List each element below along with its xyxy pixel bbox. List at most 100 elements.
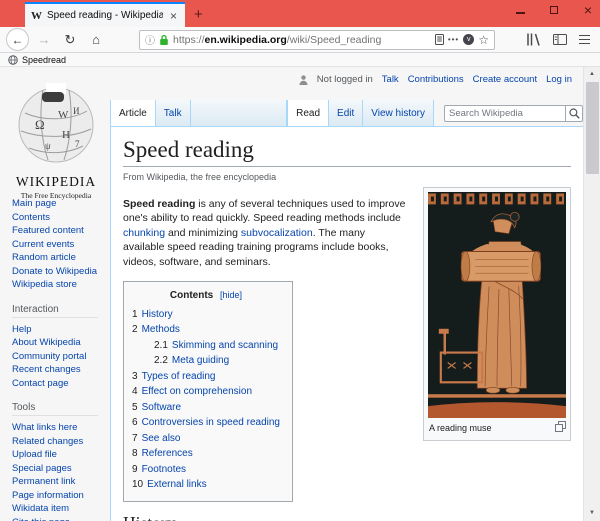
menu-hamburger-icon[interactable] [579, 34, 590, 45]
sidebar-link[interactable]: What links here [12, 422, 77, 433]
scroll-up-icon[interactable]: ▲ [584, 67, 600, 82]
toc-link[interactable]: See also [142, 433, 181, 444]
site-subtitle: From Wikipedia, the free encyclopedia [123, 172, 277, 182]
wikipedia-logo[interactable]: Ω W И H 7 ψ WIKIPEDIA The Free Encyclope… [6, 83, 106, 200]
search-input[interactable] [444, 105, 566, 122]
sidebar-link[interactable]: Donate to Wikipedia [12, 266, 97, 277]
svg-text:H: H [62, 129, 70, 141]
toc-link[interactable]: History [142, 309, 173, 320]
sidebar-link[interactable]: Cite this page [12, 517, 70, 521]
sidebar-link[interactable]: Special pages [12, 463, 72, 474]
tab-article[interactable]: Article [110, 100, 156, 126]
tab-read[interactable]: Read [287, 100, 330, 126]
scrollbar-thumb[interactable] [586, 82, 599, 174]
toc-item: 4 Effect on comprehension [132, 384, 280, 400]
sidebar-link[interactable]: Wikipedia store [12, 279, 77, 290]
site-info-icon[interactable]: ⓘ [145, 32, 155, 47]
toc-link[interactable]: Types of reading [142, 371, 216, 382]
sidebar-item: Random article [12, 251, 110, 265]
sidebar-link[interactable]: Current events [12, 239, 74, 250]
logo-wordmark: WIKIPEDIA [15, 174, 97, 189]
tab-view-history[interactable]: View history [363, 100, 434, 126]
scroll-down-icon[interactable]: ▼ [584, 506, 600, 521]
enlarge-icon[interactable] [555, 420, 566, 432]
personal-link[interactable]: Create account [473, 74, 537, 85]
toc-link[interactable]: Skimming and scanning [172, 340, 278, 351]
user-icon [299, 74, 308, 85]
sidebar-toggle-icon[interactable] [553, 34, 567, 45]
reader-mode-icon[interactable] [434, 34, 444, 45]
toc-link[interactable]: Software [142, 402, 181, 413]
sidebar-link[interactable]: Contact page [12, 378, 69, 389]
toc-item: 7 See also [132, 431, 280, 447]
page-scrollbar[interactable]: ▲ ▼ [583, 67, 600, 521]
sidebar-interaction-list: Help About Wikipedia Community portal Recen… [12, 323, 110, 391]
toc-link[interactable]: References [142, 448, 193, 459]
close-button[interactable]: × [582, 2, 594, 18]
sidebar-link[interactable]: Featured content [12, 225, 84, 236]
toc-link[interactable]: Meta guiding [172, 355, 229, 366]
link-chunking[interactable]: chunking [123, 227, 165, 239]
reload-button[interactable]: ↻ [59, 32, 81, 48]
sidebar-link[interactable]: Wikidata item [12, 503, 69, 514]
personal-link[interactable]: Log in [546, 74, 572, 85]
tab-strip-filler [190, 100, 288, 126]
minimize-icon [515, 12, 525, 14]
forward-button[interactable]: → [33, 32, 55, 47]
url-text[interactable]: https://en.wikipedia.org/wiki/Speed_read… [173, 34, 431, 46]
toc-number: 3 [132, 370, 138, 382]
sidebar-link[interactable]: Upload file [12, 449, 57, 460]
tab-talk[interactable]: Talk [155, 100, 191, 126]
back-button[interactable]: ← [6, 28, 29, 51]
toc-item: 3 Types of reading [132, 369, 280, 385]
library-icon[interactable] [526, 33, 541, 46]
page-actions-icon[interactable]: ••• [448, 35, 459, 44]
sidebar-link[interactable]: Random article [12, 252, 76, 263]
sidebar-link[interactable]: Community portal [12, 351, 86, 362]
tab-edit[interactable]: Edit [329, 100, 364, 126]
sidebar-link[interactable]: Main page [12, 198, 56, 209]
sidebar-item: Page information [12, 489, 110, 503]
toc-item: 2.2 Meta guiding [132, 353, 280, 369]
sidebar-link[interactable]: Permanent link [12, 476, 75, 487]
toc-hide-link[interactable]: [hide] [220, 290, 242, 300]
personal-links: Talk Contributions Create account Log in [382, 74, 572, 85]
toc-number: 2.1 [154, 339, 168, 351]
toc-number: 1 [132, 308, 138, 320]
bookmark-speedread[interactable]: Speedread [22, 55, 66, 65]
new-tab-button[interactable]: + [185, 6, 212, 26]
toc-link[interactable]: Effect on comprehension [142, 386, 252, 397]
sidebar-link[interactable]: Recent changes [12, 364, 81, 375]
maximize-button[interactable] [548, 4, 560, 16]
browser-tab[interactable]: W Speed reading - Wikipedia × [25, 2, 185, 27]
sidebar-link[interactable]: Related changes [12, 436, 83, 447]
home-button[interactable]: ⌂ [85, 32, 107, 47]
personal-link[interactable]: Talk [382, 74, 399, 85]
toc-link[interactable]: Footnotes [142, 464, 186, 475]
tab-title: Speed reading - Wikipedia [47, 10, 163, 21]
toc-link[interactable]: Controversies in speed reading [142, 417, 280, 428]
link-subvocalization[interactable]: subvocalization [241, 227, 313, 239]
minimize-button[interactable] [514, 4, 526, 16]
toc-number: 8 [132, 448, 138, 459]
svg-text:7: 7 [75, 139, 80, 149]
tab-close-icon[interactable]: × [168, 9, 179, 23]
sidebar-item: Current events [12, 238, 110, 252]
url-bar[interactable]: ⓘ https://en.wikipedia.org/wiki/Speed_re… [139, 29, 495, 50]
page-title: Speed reading [123, 137, 571, 167]
sidebar-link[interactable]: Help [12, 324, 32, 335]
toc-link[interactable]: Methods [142, 324, 180, 335]
bookmark-star-icon[interactable]: ☆ [478, 33, 489, 47]
figure-caption: A reading muse [428, 418, 566, 437]
sidebar-link[interactable]: Page information [12, 490, 84, 501]
personal-link[interactable]: Contributions [408, 74, 464, 85]
sidebar-link[interactable]: About Wikipedia [12, 337, 81, 348]
sidebar-link[interactable]: Contents [12, 212, 50, 223]
toc-link[interactable]: External links [147, 479, 206, 490]
sidebar-item: Wikipedia store [12, 278, 110, 292]
pocket-icon[interactable]: v [463, 34, 475, 45]
svg-text:W: W [58, 109, 69, 121]
article-figure[interactable]: A reading muse [423, 186, 571, 441]
svg-text:Ω: Ω [35, 117, 45, 132]
search-button[interactable] [566, 105, 583, 122]
